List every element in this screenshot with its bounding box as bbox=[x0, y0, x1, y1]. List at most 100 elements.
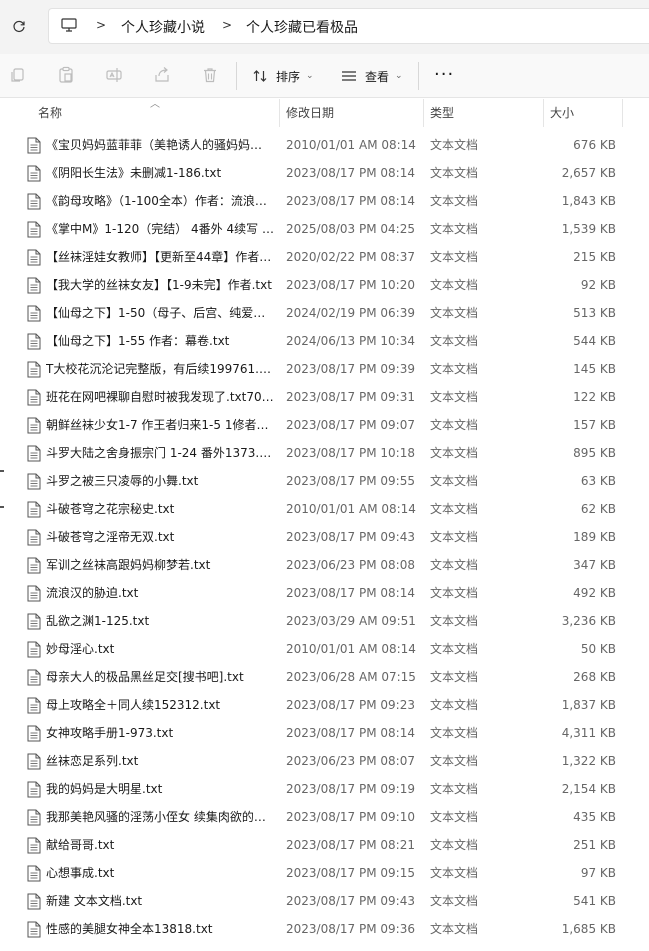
column-divider[interactable] bbox=[543, 99, 544, 127]
file-date: 2023/06/23 PM 08:07 bbox=[286, 754, 415, 768]
text-document-icon bbox=[27, 809, 41, 826]
file-row[interactable]: 我那美艳风骚的淫荡小侄女 续集肉欲的沉沦.txt 2023/08/17 PM 09… bbox=[0, 803, 649, 831]
more-options-button[interactable]: ··· bbox=[434, 64, 454, 85]
file-row[interactable]: 《阴阳长生法》未删减1-186.txt 2023/08/17 PM 08:14 文本… bbox=[0, 159, 649, 187]
command-bar: 排序 ⌄ 查看 ⌄ ··· bbox=[0, 54, 649, 98]
file-row[interactable]: 【我大学的丝袜女友】【1-9未完】作者.txt 2023/08/17 PM 10:… bbox=[0, 271, 649, 299]
file-row[interactable]: 母亲大人的极品黑丝足交[搜书吧].txt 2023/06/28 AM 07:15 文… bbox=[0, 663, 649, 691]
file-date: 2023/08/17 PM 09:07 bbox=[286, 418, 415, 432]
file-row[interactable]: 斗罗大陆之舍身振宗门 1-24 番外1373.txt 2023/08/17 PM … bbox=[0, 439, 649, 467]
file-size: 189 KB bbox=[573, 530, 616, 544]
column-size[interactable]: 大小 bbox=[550, 99, 574, 127]
file-row[interactable]: 《掌中M》1-120（完结） 4番外 4续写 作者.txt 2025/08/03 … bbox=[0, 215, 649, 243]
chevron-right-icon[interactable]: > bbox=[96, 18, 106, 32]
sort-button[interactable]: 排序 ⌄ bbox=[252, 66, 314, 86]
file-name: 丝袜恋足系列.txt bbox=[46, 754, 139, 768]
file-row[interactable]: 妙母淫心.txt 2010/01/01 AM 08:14 文本文档 50 KB bbox=[0, 635, 649, 663]
file-name: 【我大学的丝袜女友】【1-9未完】作者.txt bbox=[46, 278, 272, 292]
file-date: 2010/01/01 AM 08:14 bbox=[286, 502, 416, 516]
file-size: 145 KB bbox=[573, 362, 616, 376]
file-row[interactable]: 新建 文本文档.txt 2023/08/17 PM 09:43 文本文档 541 KB bbox=[0, 887, 649, 915]
file-type: 文本文档 bbox=[430, 894, 479, 908]
file-date: 2024/06/13 PM 10:34 bbox=[286, 334, 415, 348]
this-pc-icon[interactable] bbox=[60, 16, 80, 36]
file-date: 2023/03/29 AM 09:51 bbox=[286, 614, 416, 628]
file-row[interactable]: 丝袜恋足系列.txt 2023/06/23 PM 08:07 文本文档 1,322 K… bbox=[0, 747, 649, 775]
file-size: 1,685 KB bbox=[561, 922, 616, 936]
file-row[interactable]: 我的妈妈是大明星.txt 2023/08/17 PM 09:19 文本文档 2,154… bbox=[0, 775, 649, 803]
file-name: 《韵母攻略》（1-100全本）作者：流浪的蛤蟆.txt bbox=[46, 194, 274, 208]
chevron-down-icon: ⌄ bbox=[395, 71, 403, 81]
delete-icon[interactable] bbox=[201, 66, 221, 86]
file-row[interactable]: 【丝袜淫娃女教师】【更新至44章】作者.txt 2020/02/22 PM 08:… bbox=[0, 243, 649, 271]
chevron-right-icon[interactable]: > bbox=[222, 18, 232, 32]
text-document-icon bbox=[27, 137, 41, 154]
file-row[interactable]: 献给哥哥.txt 2023/08/17 PM 08:21 文本文档 251 KB bbox=[0, 831, 649, 859]
paste-icon[interactable] bbox=[57, 66, 77, 86]
file-date: 2023/08/17 PM 10:18 bbox=[286, 446, 415, 460]
text-document-icon bbox=[27, 781, 41, 798]
column-divider[interactable] bbox=[279, 99, 280, 127]
view-button[interactable]: 查看 ⌄ bbox=[341, 66, 403, 86]
file-row[interactable]: 军训之丝袜高跟妈妈柳梦若.txt 2023/06/23 PM 08:08 文本文档 3… bbox=[0, 551, 649, 579]
column-date[interactable]: 修改日期 bbox=[286, 99, 334, 127]
file-size: 541 KB bbox=[573, 894, 616, 908]
breadcrumb-segment[interactable]: 个人珍藏小说 bbox=[121, 17, 205, 37]
file-row[interactable]: 乱欲之渊1-125.txt 2023/03/29 AM 09:51 文本文档 3,23… bbox=[0, 607, 649, 635]
file-row[interactable]: 性感的美腿女神全本13818.txt 2023/08/17 PM 09:36 文本文… bbox=[0, 915, 649, 943]
file-row[interactable]: 【仙母之下】1-55 作者：幕卷.txt 2024/06/13 PM 10:34 文… bbox=[0, 327, 649, 355]
file-row[interactable]: 斗破苍穹之花宗秘史.txt 2010/01/01 AM 08:14 文本文档 62 K… bbox=[0, 495, 649, 523]
file-date: 2023/06/23 PM 08:08 bbox=[286, 558, 415, 572]
file-date: 2023/08/17 PM 09:43 bbox=[286, 894, 415, 908]
file-size: 251 KB bbox=[573, 838, 616, 852]
file-name: 献给哥哥.txt bbox=[46, 838, 115, 852]
text-document-icon bbox=[27, 669, 41, 686]
text-document-icon bbox=[27, 585, 41, 602]
file-size: 676 KB bbox=[573, 138, 616, 152]
text-document-icon bbox=[27, 865, 41, 882]
file-size: 435 KB bbox=[573, 810, 616, 824]
rename-icon[interactable] bbox=[105, 66, 125, 86]
refresh-icon[interactable] bbox=[8, 16, 30, 38]
file-name: 妙母淫心.txt bbox=[46, 642, 115, 656]
file-date: 2023/08/17 PM 08:14 bbox=[286, 194, 415, 208]
file-size: 122 KB bbox=[573, 390, 616, 404]
nav-pane-edge bbox=[0, 506, 4, 508]
text-document-icon bbox=[27, 697, 41, 714]
breadcrumb-segment[interactable]: 个人珍藏已看极品 bbox=[246, 17, 358, 37]
copy-icon[interactable] bbox=[9, 66, 29, 86]
file-size: 1,539 KB bbox=[561, 222, 616, 236]
column-divider[interactable] bbox=[423, 99, 424, 127]
file-row[interactable]: 心想事成.txt 2023/08/17 PM 09:15 文本文档 97 KB bbox=[0, 859, 649, 887]
file-type: 文本文档 bbox=[430, 418, 479, 432]
file-type: 文本文档 bbox=[430, 334, 479, 348]
text-document-icon bbox=[27, 893, 41, 910]
chevron-down-icon: ⌄ bbox=[306, 71, 314, 81]
text-document-icon bbox=[27, 417, 41, 434]
file-date: 2023/08/17 PM 09:31 bbox=[286, 390, 415, 404]
file-type: 文本文档 bbox=[430, 194, 479, 208]
file-row[interactable]: T大校花沉沦记完整版，有后续199761.txt 2023/08/17 PM 09… bbox=[0, 355, 649, 383]
file-type: 文本文档 bbox=[430, 838, 479, 852]
file-row[interactable]: 女神攻略手册1-973.txt 2023/08/17 PM 08:14 文本文档 4,… bbox=[0, 719, 649, 747]
file-row[interactable]: 《韵母攻略》（1-100全本）作者：流浪的蛤蟆.txt 2023/08/17 PM… bbox=[0, 187, 649, 215]
file-row[interactable]: 母上攻略全＋同人续152312.txt 2023/08/17 PM 09:23 文本… bbox=[0, 691, 649, 719]
file-name: 《掌中M》1-120（完结） 4番外 4续写 作者.txt bbox=[46, 222, 274, 236]
file-row[interactable]: 【仙母之下】1-50（母子、后宫、纯爱）.txt 2024/02/19 PM 06… bbox=[0, 299, 649, 327]
file-date: 2023/08/17 PM 08:21 bbox=[286, 838, 415, 852]
file-row[interactable]: 朝鲜丝袜少女1-7 作王者归来1-5 1修者s.txt 2023/08/17 PM… bbox=[0, 411, 649, 439]
file-row[interactable]: 斗罗之被三只凌辱的小舞.txt 2023/08/17 PM 09:55 文本文档 63… bbox=[0, 467, 649, 495]
file-date: 2023/08/17 PM 08:14 bbox=[286, 726, 415, 740]
file-row[interactable]: 班花在网吧裸聊自慰时被我发现了.txt70522.txt 2023/08/17 P… bbox=[0, 383, 649, 411]
column-divider[interactable] bbox=[622, 99, 623, 127]
file-row[interactable]: 流浪汉的胁迫.txt 2023/08/17 PM 08:14 文本文档 492 KB bbox=[0, 579, 649, 607]
column-name[interactable]: 名称 bbox=[38, 99, 62, 127]
text-document-icon bbox=[27, 473, 41, 490]
share-icon[interactable] bbox=[153, 66, 173, 86]
text-document-icon bbox=[27, 753, 41, 770]
file-row[interactable]: 斗破苍穹之淫帝无双.txt 2023/08/17 PM 09:43 文本文档 189 … bbox=[0, 523, 649, 551]
column-type[interactable]: 类型 bbox=[430, 99, 454, 127]
file-row[interactable]: 《宝贝妈妈蓝菲菲（美艳诱人的骚妈妈）全本》作者：春阳.txt 2010/01/01… bbox=[0, 131, 649, 159]
file-name: T大校花沉沦记完整版，有后续199761.txt bbox=[46, 362, 274, 376]
file-name: 乱欲之渊1-125.txt bbox=[46, 614, 150, 628]
